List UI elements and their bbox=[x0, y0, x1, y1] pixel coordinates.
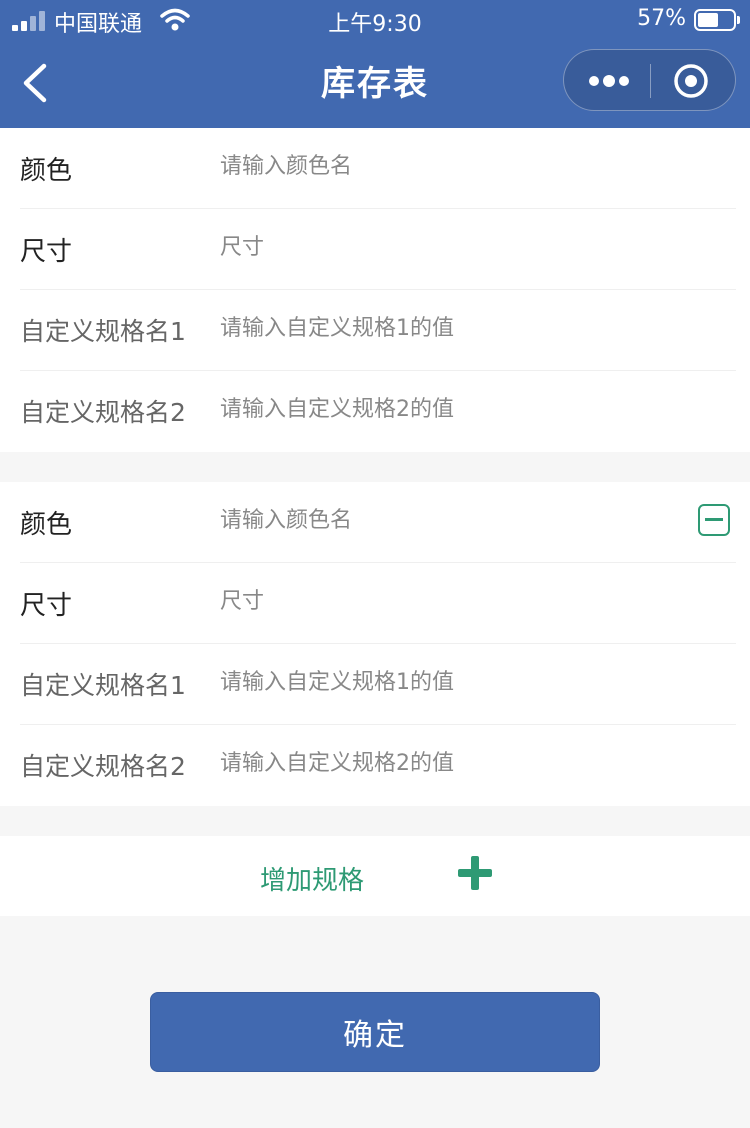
size-label: 尺寸 bbox=[20, 591, 73, 621]
confirm-button[interactable]: 确定 bbox=[150, 992, 600, 1072]
color-input[interactable] bbox=[220, 496, 680, 544]
status-bar: 中国联通 上午9:30 57% bbox=[0, 0, 750, 40]
spec-group-2: 颜色 尺寸 自定义规格名1 自定义规格名2 bbox=[0, 482, 750, 806]
custom-spec-2-input[interactable] bbox=[220, 739, 680, 787]
color-row: 颜色 bbox=[20, 128, 736, 209]
size-input[interactable] bbox=[220, 223, 680, 271]
custom-spec-2-label: 自定义规格名2 bbox=[20, 752, 186, 781]
add-spec-label[interactable]: 增加规格 bbox=[260, 860, 364, 897]
battery-icon bbox=[694, 9, 740, 31]
spec-group-1: 颜色 尺寸 自定义规格名1 自定义规格名2 bbox=[0, 128, 750, 452]
custom-spec-1-input[interactable] bbox=[220, 304, 680, 352]
custom-spec-2-input[interactable] bbox=[220, 385, 680, 433]
custom-spec-1-input[interactable] bbox=[220, 658, 680, 706]
size-label: 尺寸 bbox=[20, 237, 73, 267]
color-label: 颜色 bbox=[20, 510, 73, 540]
battery-percent: 57% bbox=[637, 6, 686, 31]
size-input[interactable] bbox=[220, 577, 680, 625]
custom-spec-1-row: 自定义规格名1 bbox=[20, 290, 736, 371]
size-row: 尺寸 bbox=[20, 563, 736, 644]
custom-spec-2-row: 自定义规格名2 bbox=[20, 725, 736, 806]
custom-spec-1-label: 自定义规格名1 bbox=[20, 317, 186, 346]
more-icon[interactable] bbox=[584, 66, 634, 96]
custom-spec-1-row: 自定义规格名1 bbox=[20, 644, 736, 725]
close-mini-program-icon[interactable] bbox=[672, 62, 710, 100]
color-input[interactable] bbox=[220, 142, 680, 190]
plus-icon[interactable] bbox=[458, 856, 492, 890]
custom-spec-1-label: 自定义规格名1 bbox=[20, 671, 186, 700]
custom-spec-2-row: 自定义规格名2 bbox=[20, 371, 736, 452]
color-label: 颜色 bbox=[20, 156, 73, 186]
mini-program-capsule bbox=[563, 49, 736, 111]
add-spec-bar[interactable]: 增加规格 bbox=[0, 836, 750, 916]
minus-icon bbox=[705, 518, 723, 521]
custom-spec-2-label: 自定义规格名2 bbox=[20, 398, 186, 427]
app-header: 中国联通 上午9:30 57% 库存表 bbox=[0, 0, 750, 128]
color-row: 颜色 bbox=[20, 482, 736, 563]
remove-spec-button[interactable] bbox=[698, 504, 730, 536]
size-row: 尺寸 bbox=[20, 209, 736, 290]
